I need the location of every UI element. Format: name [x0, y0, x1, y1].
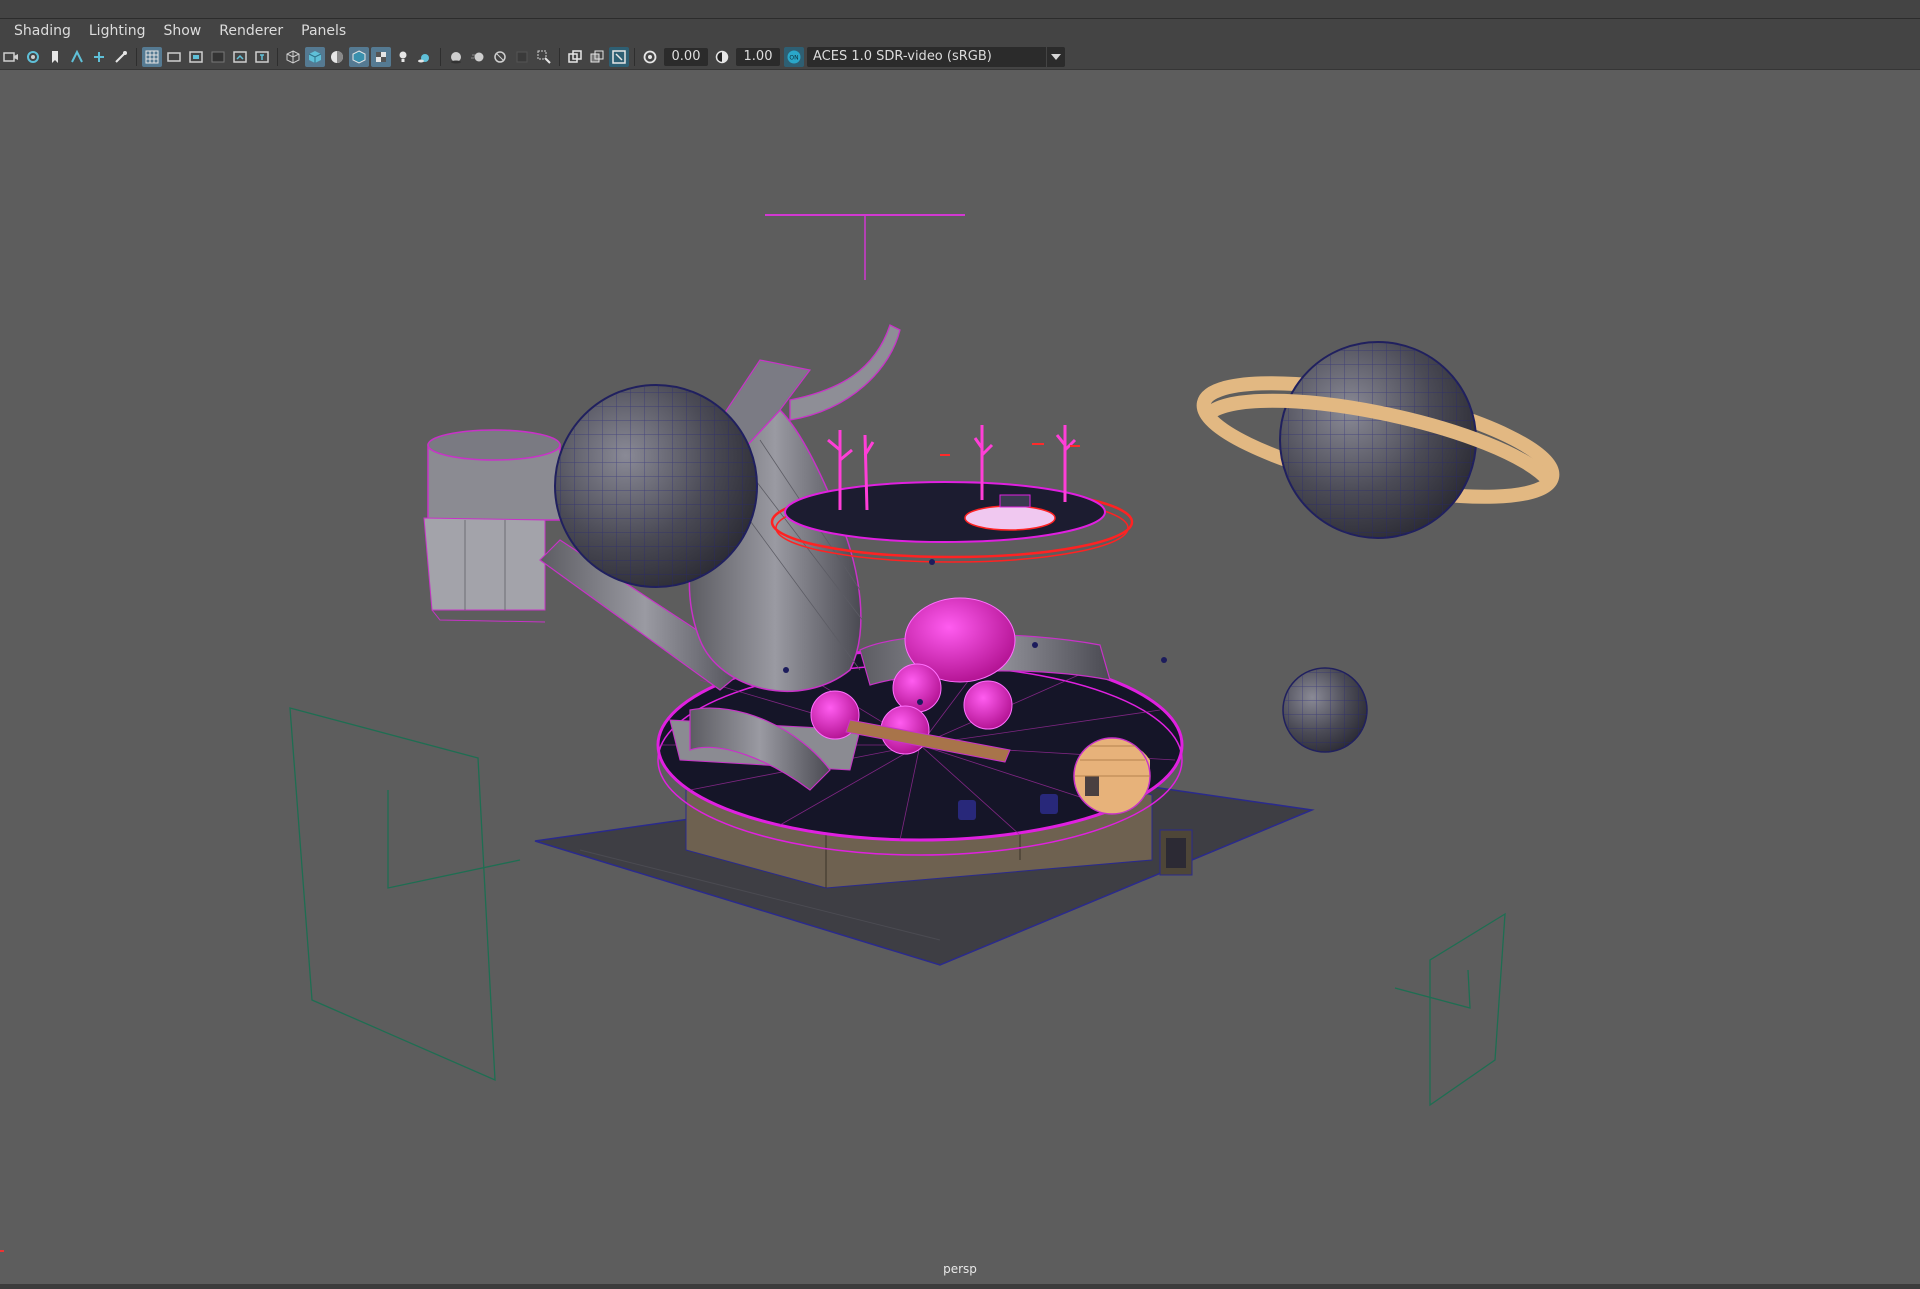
wireframe-on-shaded-icon[interactable] — [349, 46, 369, 67]
default-material-icon[interactable] — [327, 47, 347, 67]
toolbar-separator — [136, 47, 137, 66]
resolution-gate-icon[interactable] — [186, 47, 206, 67]
xray-joints-icon[interactable] — [609, 46, 629, 67]
panel-menu-bar: Shading Lighting Show Renderer Panels — [0, 19, 1920, 44]
toolbar-separator — [559, 47, 560, 66]
planet-sphere-large[interactable] — [554, 384, 758, 588]
screen-space-ao-icon[interactable] — [446, 47, 466, 67]
red-markers — [940, 443, 1080, 456]
axis-indicator — [0, 1250, 4, 1252]
title-strip — [0, 0, 1920, 19]
camera-select-icon[interactable] — [1, 47, 21, 67]
ringed-planet[interactable] — [1195, 341, 1562, 539]
grease-pencil-icon[interactable] — [89, 47, 109, 67]
multisample-aa-icon[interactable] — [490, 47, 510, 67]
menu-shading[interactable]: Shading — [0, 19, 80, 44]
viewport-scene — [289, 214, 1562, 1107]
grid-icon[interactable] — [142, 46, 162, 67]
gamma-icon[interactable] — [712, 47, 732, 67]
viewport-bottom-edge — [0, 1284, 1920, 1289]
chevron-down-icon — [1046, 46, 1065, 67]
planet-sphere-small[interactable] — [1282, 667, 1368, 753]
2d-pan-zoom-icon[interactable] — [111, 47, 131, 67]
view-transform-dropdown[interactable]: ACES 1.0 SDR-video (sRGB) — [807, 46, 1065, 67]
shadows-icon[interactable] — [415, 47, 435, 67]
wireframe-icon[interactable] — [283, 47, 303, 67]
motion-blur-icon[interactable] — [468, 47, 488, 67]
camera-frame-left[interactable] — [289, 707, 521, 1082]
menu-panels[interactable]: Panels — [292, 19, 355, 44]
camera-frame-right[interactable] — [1394, 912, 1506, 1107]
menu-show[interactable]: Show — [154, 19, 210, 44]
color-management-badge: ON — [789, 54, 798, 61]
xray-active-components-icon[interactable] — [587, 47, 607, 67]
view-transform-label: ACES 1.0 SDR-video (sRGB) — [813, 49, 992, 64]
film-gate-icon[interactable] — [164, 47, 184, 67]
isolate-select-icon[interactable] — [534, 47, 554, 67]
xray-icon[interactable] — [565, 47, 585, 67]
toolbar-separator — [634, 47, 635, 66]
gamma-field[interactable]: 1.00 — [736, 47, 780, 66]
exposure-icon[interactable] — [640, 47, 660, 67]
pole-line — [765, 214, 965, 280]
menu-lighting[interactable]: Lighting — [80, 19, 155, 44]
smooth-shade-icon[interactable] — [305, 46, 325, 67]
igloo-dome[interactable] — [1073, 737, 1151, 815]
gate-mask-icon[interactable] — [208, 47, 228, 67]
exposure-field[interactable]: 0.00 — [664, 47, 708, 66]
use-all-lights-icon[interactable] — [393, 47, 413, 67]
camera-attributes-icon[interactable] — [23, 47, 43, 67]
depth-of-field-icon[interactable] — [512, 47, 532, 67]
field-chart-icon[interactable] — [230, 47, 250, 67]
panel-toolbar: 0.00 1.00 ON ACES 1.0 SDR-video (sRGB) — [0, 44, 1920, 70]
menu-renderer[interactable]: Renderer — [210, 19, 292, 44]
image-plane-icon[interactable] — [67, 47, 87, 67]
side-tower[interactable] — [423, 429, 561, 623]
toolbar-separator — [440, 47, 441, 66]
safe-action-icon[interactable] — [252, 47, 272, 67]
perspective-viewport[interactable] — [0, 70, 1920, 1284]
color-management-toggle[interactable]: ON — [784, 46, 804, 67]
textured-icon[interactable] — [371, 46, 391, 67]
camera-name-label: persp — [943, 1262, 977, 1276]
toolbar-separator — [277, 47, 278, 66]
bookmark-icon[interactable] — [45, 47, 65, 67]
